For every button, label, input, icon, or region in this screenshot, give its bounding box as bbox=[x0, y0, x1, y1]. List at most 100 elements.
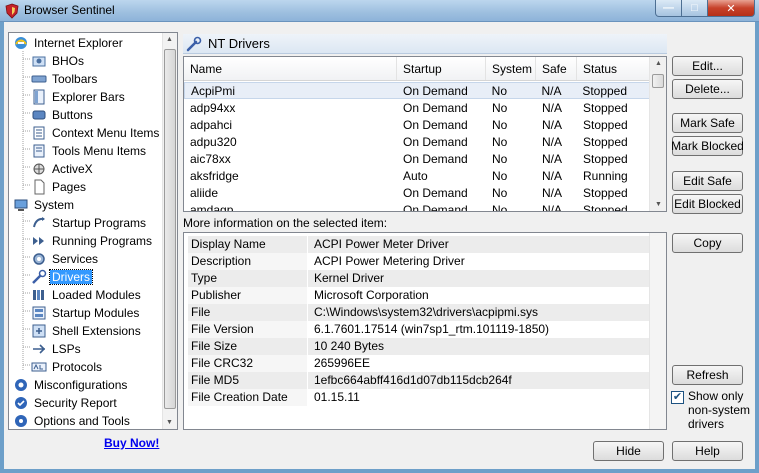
cell-name: aic78xx bbox=[190, 151, 231, 166]
edit-button[interactable]: Edit... bbox=[672, 56, 743, 76]
drivers-table: Name Startup System Safe Status AcpiPmi O… bbox=[183, 56, 667, 212]
edit-blocked-button[interactable]: Edit Blocked bbox=[672, 194, 743, 214]
tree-item-services[interactable]: Services bbox=[31, 250, 100, 268]
minimize-icon: — bbox=[663, 2, 674, 14]
tree-item-explorer-bars[interactable]: Explorer Bars bbox=[31, 88, 127, 106]
detail-row[interactable]: File Version 6.1.7601.17514 (win7sp1_rtm.… bbox=[188, 321, 649, 338]
detail-row[interactable]: Publisher Microsoft Corporation bbox=[188, 287, 649, 304]
table-row[interactable]: adp94xx On Demand No N/A Stopped bbox=[184, 99, 650, 116]
window-title: Browser Sentinel bbox=[24, 3, 115, 17]
tree-item-startup-modules[interactable]: Startup Modules bbox=[31, 304, 141, 322]
column-header-startup[interactable]: Startup bbox=[397, 57, 486, 80]
table-row[interactable]: adpu320 On Demand No N/A Stopped bbox=[184, 133, 650, 150]
cell-system: No bbox=[492, 168, 508, 183]
tree-item-shell-extensions[interactable]: Shell Extensions bbox=[31, 322, 143, 340]
buy-now-link[interactable]: Buy Now! bbox=[104, 436, 159, 450]
edit-safe-button[interactable]: Edit Safe bbox=[672, 171, 743, 191]
shell-extensions-icon bbox=[31, 323, 47, 339]
section-header: NT Drivers bbox=[183, 34, 667, 54]
checkmark-icon: ✔ bbox=[672, 391, 683, 403]
tree-item-internet-explorer[interactable]: Internet Explorer bbox=[13, 34, 125, 52]
tree-item-protocols[interactable]: Protocols bbox=[31, 358, 104, 376]
driver-wrench-icon bbox=[186, 36, 202, 51]
detail-row[interactable]: File C:\Windows\system32\drivers\acpipmi.… bbox=[188, 304, 649, 321]
cell-status: Stopped bbox=[583, 185, 628, 200]
scroll-down-icon[interactable]: ▼ bbox=[655, 201, 662, 208]
tree-item-bhos[interactable]: BHOs bbox=[31, 52, 86, 70]
column-header-name[interactable]: Name bbox=[184, 57, 397, 80]
cell-safe: N/A bbox=[542, 168, 563, 183]
table-row[interactable]: aliide On Demand No N/A Stopped bbox=[184, 184, 650, 201]
detail-row[interactable]: File Size 10 240 Bytes bbox=[188, 338, 649, 355]
tree-item-system[interactable]: System bbox=[13, 196, 76, 214]
cell-safe: N/A bbox=[542, 185, 563, 200]
table-row[interactable]: AcpiPmi On Demand No N/A Stopped bbox=[184, 82, 650, 99]
scroll-up-icon[interactable]: ▲ bbox=[166, 36, 173, 43]
tree-scrollbar[interactable]: ▲ ▼ bbox=[162, 33, 177, 429]
close-button[interactable]: ✕ bbox=[707, 0, 755, 17]
table-row[interactable]: adpahci On Demand No N/A Stopped bbox=[184, 116, 650, 133]
table-row[interactable]: aksfridge Auto No N/A Running bbox=[184, 167, 650, 184]
table-row[interactable]: amdagp On Demand No N/A Stopped bbox=[184, 201, 650, 212]
tree-item-security-report[interactable]: Security Report bbox=[13, 394, 119, 412]
mark-safe-button[interactable]: Mark Safe bbox=[672, 113, 743, 133]
tree-item-label: BHOs bbox=[52, 54, 85, 68]
checkbox-box[interactable]: ✔ bbox=[671, 391, 684, 404]
tree-item-activex[interactable]: ActiveX bbox=[31, 160, 95, 178]
detail-row[interactable]: File CRC32 265996EE bbox=[188, 355, 649, 372]
minimize-button[interactable]: — bbox=[655, 0, 682, 17]
show-only-non-system-checkbox[interactable]: ✔ Show only non-system drivers bbox=[671, 389, 751, 431]
column-header-safe[interactable]: Safe bbox=[536, 57, 577, 80]
tree-item-buttons[interactable]: Buttons bbox=[31, 106, 95, 124]
tree-item-toolbars[interactable]: Toolbars bbox=[31, 70, 99, 88]
table-row[interactable]: aic78xx On Demand No N/A Stopped bbox=[184, 150, 650, 167]
drivers-scrollbar[interactable]: ▲ ▼ bbox=[649, 57, 666, 211]
detail-row[interactable]: File Creation Date 01.15.11 bbox=[188, 389, 649, 406]
scroll-down-icon[interactable]: ▼ bbox=[166, 419, 173, 426]
delete-button[interactable]: Delete... bbox=[672, 79, 743, 99]
column-header-status[interactable]: Status bbox=[577, 57, 650, 80]
column-header-system[interactable]: System bbox=[486, 57, 536, 80]
drivers-scroll-thumb[interactable] bbox=[652, 74, 664, 88]
detail-key: Type bbox=[188, 270, 308, 287]
cell-safe: N/A bbox=[542, 100, 563, 115]
scroll-up-icon[interactable]: ▲ bbox=[655, 60, 662, 67]
maximize-button[interactable]: □ bbox=[681, 0, 708, 17]
tree-item-label: Misconfigurations bbox=[34, 378, 128, 392]
cell-name: adpu320 bbox=[190, 134, 237, 149]
mark-blocked-button[interactable]: Mark Blocked bbox=[671, 136, 744, 156]
details-rows: Display Name ACPI Power Meter Driver Descr… bbox=[188, 236, 649, 406]
tree-item-pages[interactable]: Pages bbox=[31, 178, 88, 196]
detail-row[interactable]: Description ACPI Power Metering Driver bbox=[188, 253, 649, 270]
tree-scroll-thumb[interactable] bbox=[164, 49, 176, 409]
internet-explorer-icon bbox=[13, 35, 29, 51]
detail-row[interactable]: File MD5 1efbc664abff416d1d07db115dcb264f bbox=[188, 372, 649, 389]
misconfigurations-icon bbox=[13, 377, 29, 393]
tree-item-options-and-tools[interactable]: Options and Tools bbox=[13, 412, 132, 430]
help-button[interactable]: Help bbox=[672, 441, 743, 461]
tree-item-tools-menu-items[interactable]: Tools Menu Items bbox=[31, 142, 148, 160]
toolbar-icon bbox=[31, 71, 47, 87]
hide-button[interactable]: Hide bbox=[593, 441, 664, 461]
cell-status: Stopped bbox=[583, 100, 628, 115]
tree-item-label: Startup Programs bbox=[52, 216, 147, 230]
tree-item-context-menu-items[interactable]: Context Menu Items bbox=[31, 124, 161, 142]
tree-item-label: Security Report bbox=[34, 396, 117, 410]
button-icon bbox=[31, 107, 47, 123]
tree-item-running-programs[interactable]: Running Programs bbox=[31, 232, 154, 250]
tree-item-label: Pages bbox=[52, 180, 87, 194]
copy-button[interactable]: Copy bbox=[672, 233, 743, 253]
tree-item-misconfigurations[interactable]: Misconfigurations bbox=[13, 376, 129, 394]
tree-item-label: Running Programs bbox=[52, 234, 153, 248]
tree-item-lsps[interactable]: LSPs bbox=[31, 340, 83, 358]
cell-name: aliide bbox=[190, 185, 219, 200]
tree-item-startup-programs[interactable]: Startup Programs bbox=[31, 214, 148, 232]
detail-row[interactable]: Type Kernel Driver bbox=[188, 270, 649, 287]
refresh-button[interactable]: Refresh bbox=[672, 365, 743, 385]
main-window: Internet Explorer BHOs Toolbars Explorer Ba… bbox=[4, 22, 755, 469]
tree-item-drivers[interactable]: Drivers bbox=[31, 268, 93, 286]
details-scrollbar[interactable] bbox=[649, 233, 666, 429]
detail-row[interactable]: Display Name ACPI Power Meter Driver bbox=[188, 236, 649, 253]
activex-icon bbox=[31, 161, 47, 177]
tree-item-loaded-modules[interactable]: Loaded Modules bbox=[31, 286, 143, 304]
